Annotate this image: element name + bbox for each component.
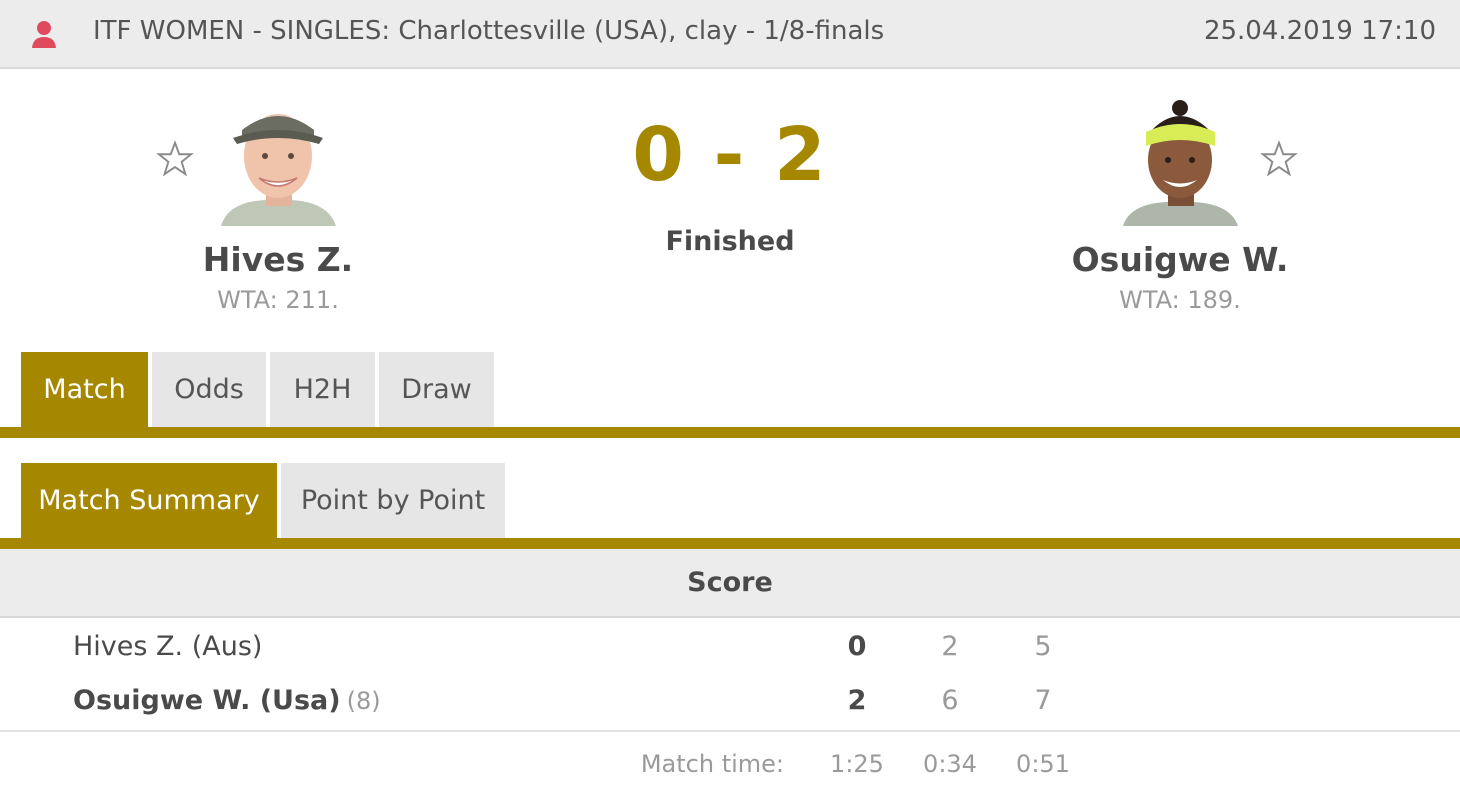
score-row: Hives Z. (Aus) 0 2 5 bbox=[0, 621, 1460, 675]
score-section-title: Score bbox=[0, 549, 1460, 618]
tab-h2h[interactable]: H2H bbox=[270, 352, 375, 427]
player-rank: WTA: 189. bbox=[1119, 286, 1241, 314]
player-rank: WTA: 211. bbox=[217, 286, 339, 314]
match-time-total: 1:25 bbox=[830, 750, 884, 778]
tab-point-by-point[interactable]: Point by Point bbox=[281, 463, 505, 538]
match-datetime: 25.04.2019 17:10 bbox=[1203, 16, 1436, 46]
match-time-label: Match time: bbox=[640, 750, 784, 778]
set1-duration: 0:34 bbox=[923, 750, 977, 778]
table-divider bbox=[0, 730, 1460, 732]
match-score: 0 - 2 bbox=[632, 112, 828, 198]
row-player-label: Osuigwe W. (Usa) bbox=[73, 685, 341, 716]
tab-draw[interactable]: Draw bbox=[379, 352, 494, 427]
female-person-icon bbox=[32, 21, 56, 48]
sets-won: 0 bbox=[847, 631, 867, 662]
player-photo[interactable] bbox=[1123, 100, 1238, 226]
player-name[interactable]: Hives Z. bbox=[128, 240, 428, 279]
player-seed: (8) bbox=[346, 687, 381, 715]
row-player-name[interactable]: Osuigwe W. (Usa) (8) bbox=[73, 685, 381, 716]
favorite-star-icon[interactable] bbox=[156, 140, 194, 178]
subtab-underline bbox=[0, 538, 1460, 549]
match-time-row: Match time: 1:25 0:34 0:51 bbox=[0, 746, 1460, 786]
main-tabs: Match Odds H2H Draw bbox=[0, 352, 1460, 438]
set1-games: 2 bbox=[941, 631, 959, 662]
set1-games: 6 bbox=[941, 685, 959, 716]
player-photo[interactable] bbox=[221, 100, 336, 226]
row-player-name[interactable]: Hives Z. (Aus) bbox=[73, 631, 262, 662]
tab-match-summary[interactable]: Match Summary bbox=[21, 463, 277, 538]
set2-games: 7 bbox=[1034, 685, 1052, 716]
match-status: Finished bbox=[665, 226, 795, 257]
tab-odds[interactable]: Odds bbox=[152, 352, 266, 427]
sets-won: 2 bbox=[847, 685, 867, 716]
player-name[interactable]: Osuigwe W. bbox=[1030, 240, 1330, 279]
tab-match[interactable]: Match bbox=[21, 352, 148, 427]
sub-tabs: Match Summary Point by Point bbox=[0, 463, 1460, 549]
set2-duration: 0:51 bbox=[1016, 750, 1070, 778]
match-header: ITF WOMEN - SINGLES: Charlottesville (US… bbox=[0, 0, 1460, 69]
score-row: Osuigwe W. (Usa) (8) 2 6 7 bbox=[0, 675, 1460, 729]
tab-underline bbox=[0, 427, 1460, 438]
tournament-title[interactable]: ITF WOMEN - SINGLES: Charlottesville (US… bbox=[93, 16, 884, 46]
row-player-label: Hives Z. (Aus) bbox=[73, 631, 263, 662]
favorite-star-icon[interactable] bbox=[1260, 140, 1298, 178]
set2-games: 5 bbox=[1034, 631, 1052, 662]
